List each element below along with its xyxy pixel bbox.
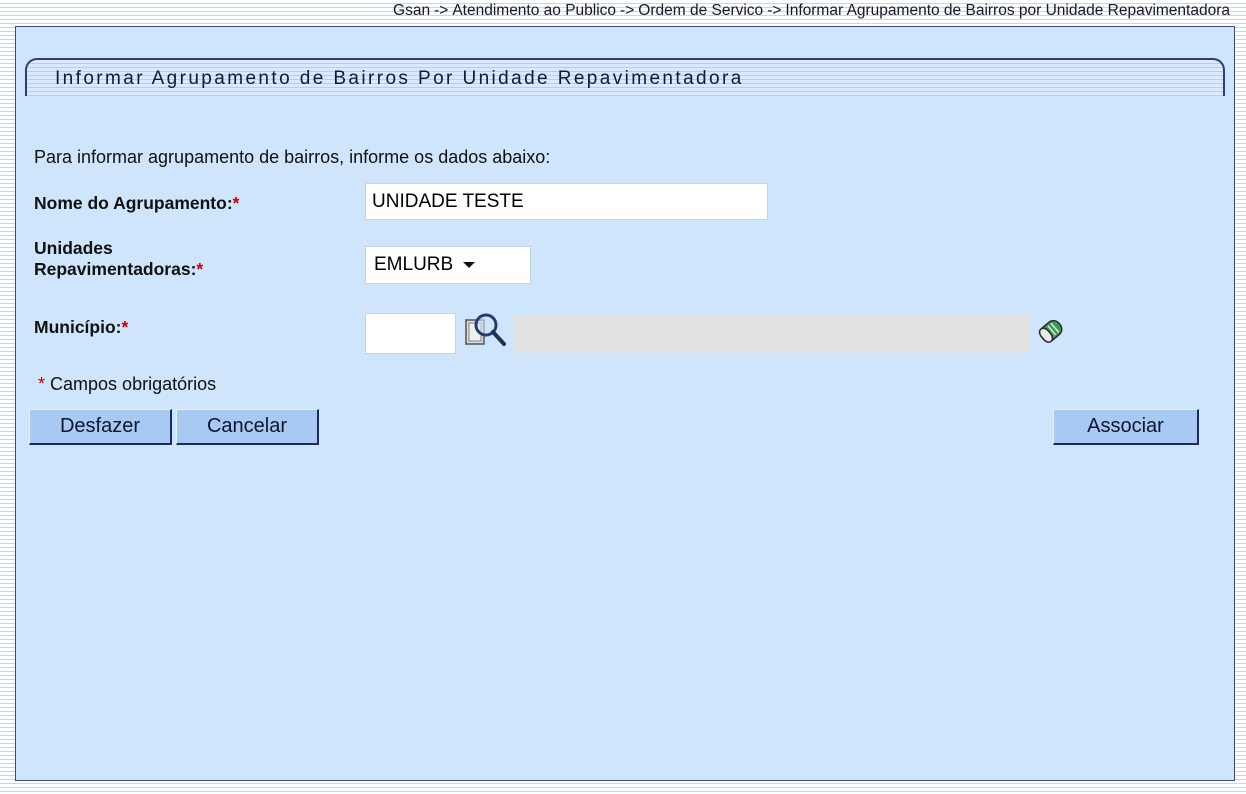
breadcrumb-item[interactable]: Atendimento ao Publico [452, 2, 616, 19]
select-value: EMLURB [374, 254, 454, 275]
breadcrumb-item[interactable]: Gsan [393, 2, 430, 19]
search-lookup-icon[interactable] [464, 312, 508, 348]
unidades-repavimentadoras-select[interactable]: EMLURB [365, 246, 531, 284]
chevron-down-icon [463, 261, 476, 268]
cancelar-button[interactable]: Cancelar [176, 409, 319, 445]
breadcrumb: Gsan -> Atendimento ao Publico -> Ordem de S… [0, 0, 1246, 26]
form-panel: Informar Agrupamento de Bairros Por Unid… [15, 26, 1235, 781]
breadcrumb-separator: -> [620, 2, 635, 19]
municipio-code-input[interactable] [365, 313, 456, 354]
eraser-icon[interactable] [1034, 315, 1068, 347]
title-bar: Informar Agrupamento de Bairros Por Unid… [25, 58, 1225, 96]
breadcrumb-separator: -> [767, 2, 782, 19]
breadcrumb-item[interactable]: Ordem de Servico [638, 2, 763, 19]
page-title: Informar Agrupamento de Bairros Por Unid… [55, 68, 744, 89]
desfazer-button[interactable]: Desfazer [29, 409, 172, 445]
unidades-label: Unidades Repavimentadoras:* [34, 238, 204, 279]
required-fields-note: * Campos obrigatórios [38, 374, 217, 394]
municipio-description-field [514, 315, 1030, 353]
instruction-text: Para informar agrupamento de bairros, in… [34, 147, 551, 167]
municipio-label: Município:* [34, 317, 129, 337]
associar-button[interactable]: Associar [1053, 409, 1199, 445]
nome-agrupamento-input[interactable] [365, 183, 768, 220]
nome-label: Nome do Agrupamento:* [34, 193, 240, 213]
breadcrumb-separator: -> [434, 2, 449, 19]
breadcrumb-item: Informar Agrupamento de Bairros por Unid… [785, 2, 1230, 19]
